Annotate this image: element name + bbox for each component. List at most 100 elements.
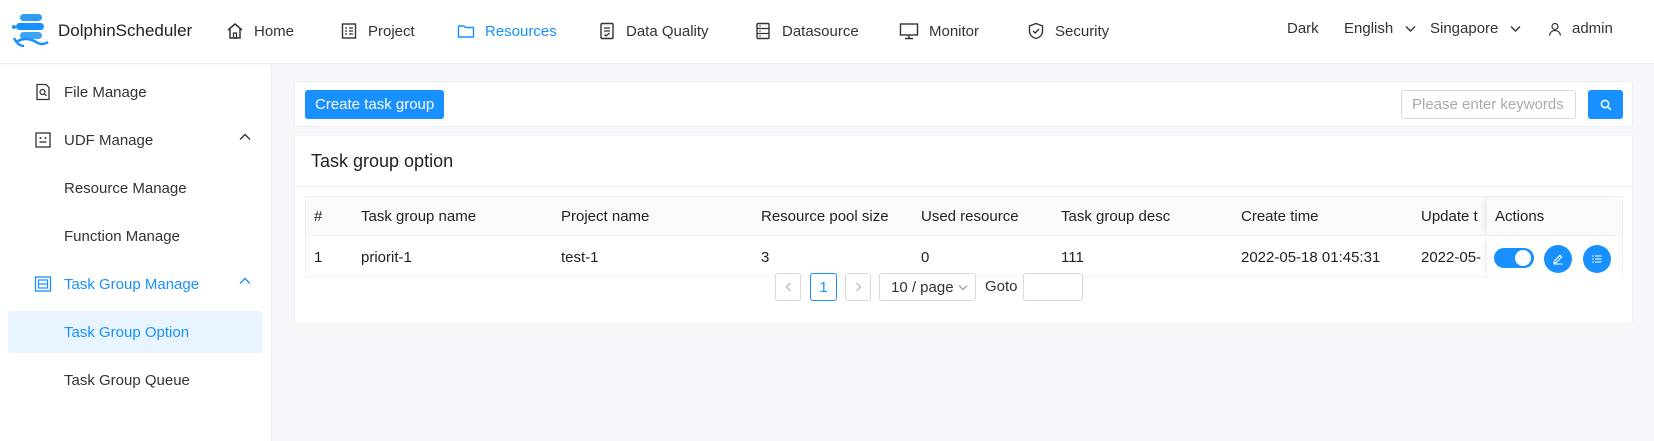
update-time: 2022-05- xyxy=(1421,248,1482,266)
create-time: 2022-05-18 01:45:31 xyxy=(1241,248,1381,266)
language-select[interactable]: English xyxy=(1344,20,1416,37)
toolbar: Create task group xyxy=(294,81,1633,127)
sidebar-item-label: Resource Manage xyxy=(64,179,187,197)
task-group-icon xyxy=(34,276,52,292)
sidebar-item-label: Task Group Manage xyxy=(64,275,200,293)
data-quality-icon xyxy=(600,22,614,40)
chevron-down-icon xyxy=(1405,25,1416,32)
udf-icon xyxy=(35,132,51,148)
task-group-card: Task group option # Task group name Proj… xyxy=(294,135,1633,324)
sidebar-item-label: Function Manage xyxy=(64,227,180,245)
task-group-desc: 111 xyxy=(1061,248,1084,266)
goto-label: Goto xyxy=(985,278,1018,295)
user-name: admin xyxy=(1572,20,1613,37)
sidebar-item-function-manage[interactable]: Function Manage xyxy=(8,215,263,257)
chevron-up-icon xyxy=(239,133,251,140)
used-resource: 0 xyxy=(921,248,930,266)
sidebar-item-task-group-manage[interactable]: Task Group Manage xyxy=(8,263,263,305)
top-header: DolphinScheduler Home Project Resources … xyxy=(0,0,1654,64)
column-header: Task group desc xyxy=(1061,207,1171,225)
logo[interactable]: DolphinScheduler xyxy=(10,12,192,50)
sidebar-item-label: Task Group Option xyxy=(64,323,190,341)
card-title: Task group option xyxy=(311,151,454,171)
column-header: Update t xyxy=(1421,207,1478,225)
project-icon xyxy=(341,23,357,39)
nav-project[interactable]: Project xyxy=(340,18,415,44)
next-page-button[interactable] xyxy=(845,273,871,301)
nav-security[interactable]: Security xyxy=(1027,18,1109,44)
datasource-icon xyxy=(756,22,770,40)
nav-data-quality[interactable]: Data Quality xyxy=(598,18,709,44)
edit-icon xyxy=(1553,254,1563,265)
chevron-up-icon xyxy=(239,277,251,284)
file-search-icon xyxy=(36,83,50,101)
nav-home[interactable]: Home xyxy=(226,18,294,44)
nav-monitor-label: Monitor xyxy=(929,22,980,40)
column-header: Project name xyxy=(561,207,650,225)
chevron-right-icon xyxy=(855,282,861,292)
sidebar-item-label: UDF Manage xyxy=(64,131,154,149)
app-title: DolphinScheduler xyxy=(58,21,193,40)
sidebar: File Manage UDF Manage Resource Manage F… xyxy=(0,65,272,441)
task-group-table: # Task group name Project name Resource … xyxy=(305,196,1623,277)
page-size-select[interactable]: 10 / page xyxy=(879,273,976,301)
search-input[interactable] xyxy=(1401,90,1576,119)
goto-input[interactable] xyxy=(1023,273,1083,301)
divider xyxy=(295,186,1632,187)
resource-pool-size: 3 xyxy=(761,248,770,266)
sidebar-item-label: Task Group Queue xyxy=(64,371,190,389)
prev-page-button[interactable] xyxy=(775,273,801,301)
sidebar-item-file-manage[interactable]: File Manage xyxy=(8,71,263,113)
nav-security-label: Security xyxy=(1055,22,1110,40)
sidebar-item-task-group-queue[interactable]: Task Group Queue xyxy=(8,359,263,401)
chevron-down-icon xyxy=(1510,25,1521,32)
column-header: Used resource xyxy=(921,207,1019,225)
nav-resources[interactable]: Resources xyxy=(457,18,557,44)
sidebar-item-udf-manage[interactable]: UDF Manage xyxy=(8,119,263,161)
chevron-down-icon xyxy=(958,284,967,290)
search-icon xyxy=(1600,99,1611,110)
row-index: 1 xyxy=(314,248,323,266)
nav-datasource-label: Datasource xyxy=(782,22,859,40)
column-header: Create time xyxy=(1241,207,1319,225)
page-number-current[interactable]: 1 xyxy=(810,273,837,301)
table-header: # Task group name Project name Resource … xyxy=(306,197,1622,236)
language-label: English xyxy=(1344,20,1394,37)
row-actions xyxy=(1486,237,1622,277)
timezone-select[interactable]: Singapore xyxy=(1430,20,1521,37)
actions-header: Actions xyxy=(1486,197,1622,235)
nav-resources-label: Resources xyxy=(485,22,557,40)
task-group-name: priorit-1 xyxy=(361,248,412,266)
table-row: 1 priorit-1 test-1 3 0 111 2022-05-18 01… xyxy=(306,237,1622,277)
folder-icon xyxy=(457,25,475,38)
column-header: Actions xyxy=(1495,207,1545,225)
nav-data-quality-label: Data Quality xyxy=(626,22,709,40)
view-queue-button[interactable] xyxy=(1583,245,1611,273)
timezone-label: Singapore xyxy=(1430,20,1499,37)
create-task-group-button[interactable]: Create task group xyxy=(305,90,445,119)
nav-project-label: Project xyxy=(368,22,415,40)
column-header: Task group name xyxy=(361,207,477,225)
sidebar-item-label: File Manage xyxy=(64,83,147,101)
nav-home-label: Home xyxy=(254,22,295,40)
column-header: Resource pool size xyxy=(761,207,889,225)
edit-button[interactable] xyxy=(1544,245,1572,273)
search-button[interactable] xyxy=(1588,90,1623,119)
nav-datasource[interactable]: Datasource xyxy=(754,18,859,44)
theme-toggle[interactable]: Dark xyxy=(1287,20,1319,37)
sidebar-item-task-group-option[interactable]: Task Group Option xyxy=(8,311,263,353)
nav-monitor[interactable]: Monitor xyxy=(899,18,979,44)
theme-label: Dark xyxy=(1287,20,1319,37)
user-icon xyxy=(1548,22,1562,36)
monitor-icon xyxy=(899,23,919,40)
sidebar-item-resource-manage[interactable]: Resource Manage xyxy=(8,167,263,209)
chevron-left-icon xyxy=(785,282,791,292)
project-name: test-1 xyxy=(561,248,599,266)
dolphin-logo-icon xyxy=(12,14,49,48)
page-size-label: 10 / page xyxy=(891,278,954,296)
enable-switch[interactable] xyxy=(1494,248,1534,268)
home-icon xyxy=(227,23,243,39)
user-menu[interactable]: admin xyxy=(1548,20,1613,37)
shield-icon xyxy=(1028,22,1044,40)
column-header: # xyxy=(314,207,323,225)
